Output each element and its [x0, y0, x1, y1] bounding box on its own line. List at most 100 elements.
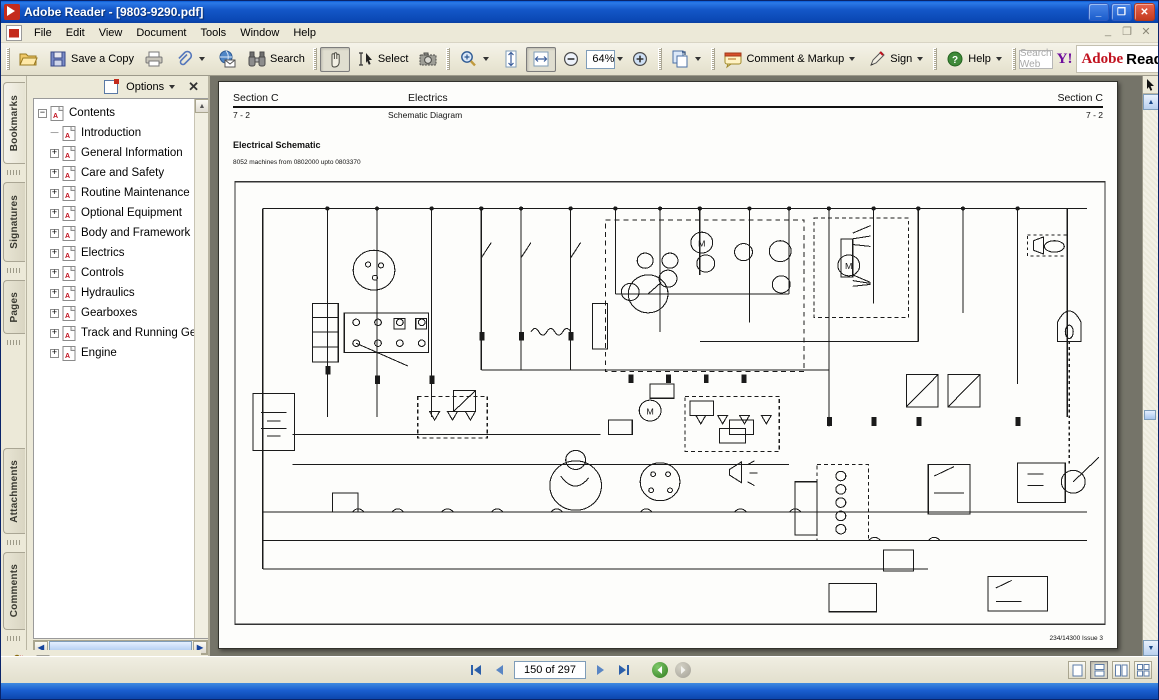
help-button[interactable]: ? Help — [940, 47, 1009, 72]
bookmark-item-optional-equipment[interactable]: + A Optional Equipment — [34, 203, 208, 223]
save-copy-button[interactable]: Save a Copy — [43, 47, 139, 72]
page-number-input[interactable]: 150 of 297 — [514, 661, 586, 679]
bookmark-item-electrics[interactable]: + A Electrics — [34, 243, 208, 263]
attach-caret-icon[interactable] — [199, 57, 205, 61]
expander-icon[interactable]: + — [50, 249, 59, 258]
expander-icon[interactable]: + — [50, 289, 59, 298]
scroll-down-icon[interactable]: ▼ — [1143, 640, 1159, 656]
bookmark-item-engine[interactable]: + A Engine — [34, 343, 208, 363]
sidebar-tab-signatures[interactable]: Signatures — [3, 182, 25, 262]
bookmark-item-hydraulics[interactable]: + A Hydraulics — [34, 283, 208, 303]
mdi-restore-button[interactable]: ❐ — [1119, 25, 1135, 38]
expander-icon[interactable]: + — [50, 149, 59, 158]
close-button[interactable]: ✕ — [1134, 3, 1155, 21]
toolbar-grip-7[interactable] — [1012, 48, 1016, 70]
hand-tool-button[interactable] — [320, 47, 350, 72]
search-web-input[interactable]: Search Web — [1019, 50, 1053, 69]
bookmarks-scroll-up-icon[interactable]: ▲ — [195, 99, 208, 113]
first-page-button[interactable] — [468, 662, 484, 678]
zoom-tool-button[interactable] — [453, 47, 496, 72]
minimize-button[interactable]: _ — [1088, 3, 1109, 21]
sign-button[interactable]: Sign — [862, 47, 930, 72]
export-button[interactable] — [665, 47, 708, 72]
zoom-level-input[interactable]: 64% — [586, 50, 615, 69]
bookmark-item-body-and-framework[interactable]: + A Body and Framework — [34, 223, 208, 243]
export-caret-icon[interactable] — [695, 57, 701, 61]
bookmark-item-controls[interactable]: + A Controls — [34, 263, 208, 283]
document-scroll-wrapper[interactable]: Section C Electrics Section C 7 - 2 Sche… — [210, 76, 1142, 656]
expander-icon[interactable]: + — [50, 169, 59, 178]
toolbar-grip-6[interactable] — [933, 48, 937, 70]
scroll-thumb[interactable] — [1144, 410, 1156, 420]
bookmark-item-introduction[interactable]: ─ A Introduction — [34, 123, 208, 143]
facing-pages-view-button[interactable] — [1112, 661, 1130, 679]
menu-edit[interactable]: Edit — [59, 24, 92, 42]
expander-icon[interactable]: + — [50, 309, 59, 318]
continuous-view-button[interactable] — [1090, 661, 1108, 679]
sidebar-tab-attachments[interactable]: Attachments — [3, 448, 25, 534]
close-icon[interactable]: ✕ — [185, 79, 202, 95]
expander-icon[interactable]: − — [38, 109, 47, 118]
zoom-level-caret-icon[interactable] — [617, 57, 623, 61]
bookmark-item-general-information[interactable]: + A General Information — [34, 143, 208, 163]
menu-view[interactable]: View — [92, 24, 130, 42]
expander-icon[interactable]: + — [50, 349, 59, 358]
scroll-up-icon[interactable]: ▲ — [1143, 94, 1159, 110]
yahoo-icon[interactable]: Y! — [1057, 51, 1073, 68]
toolbar-grip[interactable] — [6, 48, 10, 70]
expander-icon[interactable]: + — [50, 329, 59, 338]
comment-caret-icon[interactable] — [849, 57, 855, 61]
expander-icon[interactable]: + — [50, 229, 59, 238]
menu-window[interactable]: Window — [233, 24, 286, 42]
next-view-button[interactable] — [675, 662, 691, 678]
next-page-button[interactable] — [593, 662, 609, 678]
toolbar-grip-4[interactable] — [658, 48, 662, 70]
bookmark-item-gearboxes[interactable]: + A Gearboxes — [34, 303, 208, 323]
last-page-button[interactable] — [616, 662, 632, 678]
document-vertical-scrollbar[interactable]: ▲ ▼ — [1142, 76, 1158, 656]
toolbar-grip-2[interactable] — [313, 48, 317, 70]
zoom-in-button[interactable] — [625, 47, 655, 72]
email-button[interactable] — [212, 47, 242, 72]
bookmarks-options-button[interactable]: Options — [126, 81, 177, 93]
fit-width-button[interactable] — [526, 47, 556, 72]
mdi-minimize-button[interactable]: _ — [1100, 25, 1116, 38]
snapshot-button[interactable] — [413, 47, 443, 72]
scroll-track[interactable] — [1143, 110, 1158, 640]
expander-icon[interactable]: + — [50, 209, 59, 218]
menu-tools[interactable]: Tools — [194, 24, 234, 42]
previous-page-button[interactable] — [491, 662, 507, 678]
bookmark-item-contents[interactable]: − A Contents — [34, 103, 208, 123]
continuous-facing-view-button[interactable] — [1134, 661, 1152, 679]
bookmark-item-routine-maintenance[interactable]: + A Routine Maintenance — [34, 183, 208, 203]
mdi-close-button[interactable]: ✕ — [1138, 25, 1154, 38]
bookmark-item-track-and-running-gear[interactable]: + A Track and Running Gear — [34, 323, 208, 343]
menu-help[interactable]: Help — [286, 24, 323, 42]
fit-page-button[interactable] — [496, 47, 526, 72]
select-tool-button[interactable]: Select — [350, 47, 414, 72]
attach-file-button[interactable] — [169, 47, 212, 72]
toolbar-grip-3[interactable] — [446, 48, 450, 70]
comment-markup-button[interactable]: Comment & Markup — [718, 47, 862, 72]
sidebar-tab-comments[interactable]: Comments — [3, 552, 25, 630]
bookmarks-vertical-scrollbar[interactable]: ▲ — [194, 99, 208, 638]
print-button[interactable] — [139, 47, 169, 72]
expander-icon[interactable]: + — [50, 189, 59, 198]
menu-file[interactable]: File — [27, 24, 59, 42]
bookmark-options-icon[interactable] — [104, 80, 118, 94]
sign-caret-icon[interactable] — [917, 57, 923, 61]
sidebar-tab-pages[interactable]: Pages — [3, 280, 25, 334]
maximize-button[interactable]: ❐ — [1111, 3, 1132, 21]
single-page-view-button[interactable] — [1068, 661, 1086, 679]
zoom-out-button[interactable] — [556, 47, 586, 72]
previous-view-button[interactable] — [652, 662, 668, 678]
expander-icon[interactable]: + — [50, 269, 59, 278]
search-button[interactable]: Search — [242, 47, 310, 72]
zoom-caret-icon[interactable] — [483, 57, 489, 61]
bookmark-item-care-and-safety[interactable]: + A Care and Safety — [34, 163, 208, 183]
open-button[interactable] — [13, 47, 43, 72]
menu-document[interactable]: Document — [129, 24, 193, 42]
bookmarks-tree[interactable]: ▲ − A Contents ─ A Introduction + A Gene… — [33, 98, 208, 639]
help-caret-icon[interactable] — [996, 57, 1002, 61]
sidebar-tab-bookmarks[interactable]: Bookmarks — [3, 82, 25, 164]
